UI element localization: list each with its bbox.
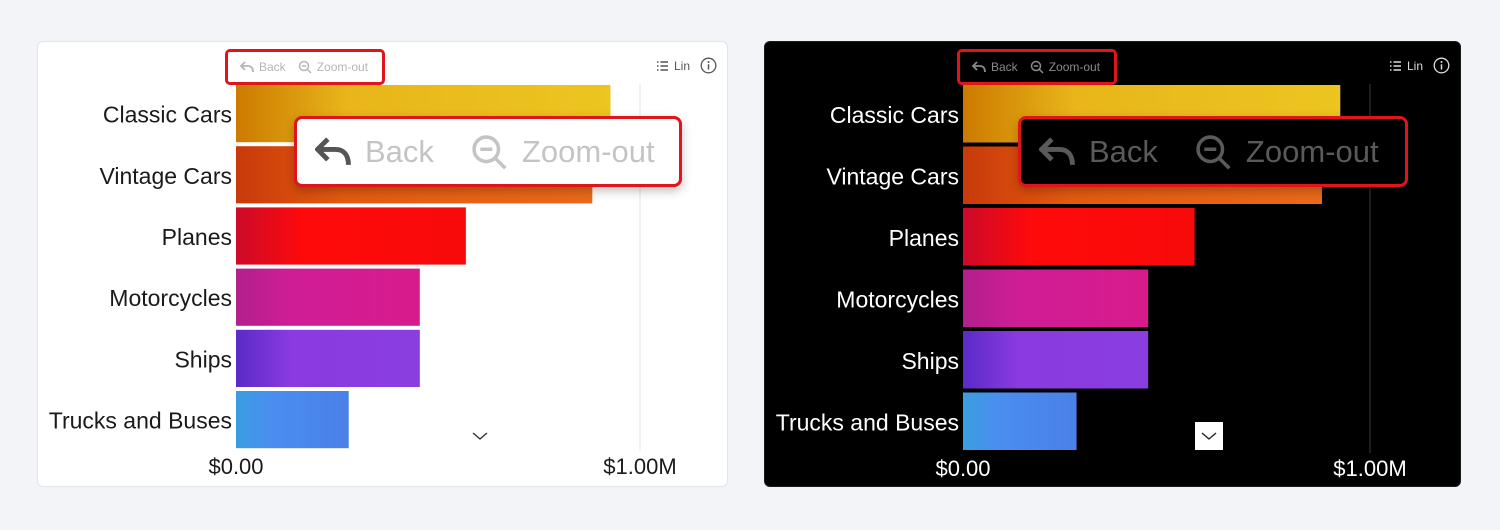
zoom-out-icon	[472, 134, 507, 170]
scale-label: Lin	[673, 58, 690, 73]
chart-controls: Lin	[1389, 57, 1450, 74]
category-label: Ships	[174, 346, 232, 372]
category-label: Trucks and Buses	[776, 409, 959, 435]
toolbar-zoom-callout: Back Zoom-out	[1018, 116, 1408, 187]
chart-toolbar: Back Zoom-out	[957, 49, 1117, 85]
chart-panel-dark: Classic Cars Vintage Cars Planes Motorcycle…	[764, 41, 1461, 487]
category-label: Trucks and Buses	[49, 408, 232, 434]
list-icon	[656, 60, 668, 71]
callout-back-label: Back	[1089, 133, 1158, 169]
info-icon[interactable]	[700, 57, 717, 74]
category-label: Classic Cars	[103, 102, 232, 128]
chevron-down-icon	[1201, 432, 1217, 440]
back-button-callout: Back	[315, 134, 434, 170]
bar-trucks-and-buses[interactable]	[236, 391, 349, 449]
back-arrow-icon	[240, 61, 254, 73]
zoom-out-icon	[298, 60, 312, 74]
back-label: Back	[991, 60, 1018, 74]
x-tick-label: $1.00M	[603, 454, 676, 479]
zoom-out-button-callout: Zoom-out	[470, 133, 655, 171]
scale-label: Lin	[1406, 58, 1423, 73]
chevron-down-icon	[472, 432, 488, 440]
list-icon	[1389, 60, 1401, 71]
bar-chart-light: Classic Cars Vintage Cars Planes Motorcycle…	[49, 84, 677, 479]
x-tick-label: $0.00	[208, 454, 263, 479]
zoom-out-label: Zoom-out	[316, 60, 369, 74]
toolbar-zoom-callout: Back Zoom-out	[294, 116, 682, 187]
back-arrow-icon	[1039, 136, 1075, 165]
category-label: Classic Cars	[830, 102, 959, 128]
zoom-out-icon	[1030, 60, 1044, 74]
bar-ships[interactable]	[963, 331, 1149, 389]
callout-back-label: Back	[365, 133, 434, 169]
zoom-out-button-callout: Zoom-out	[1194, 133, 1379, 171]
scale-toggle[interactable]: Lin	[656, 59, 690, 73]
x-tick-label: $1.00M	[1333, 456, 1406, 481]
bar-trucks-and-buses[interactable]	[963, 392, 1077, 451]
category-label: Ships	[901, 348, 959, 374]
back-button[interactable]: Back	[240, 60, 286, 74]
info-icon[interactable]	[1433, 57, 1450, 74]
chart-panel-light: Classic Cars Vintage Cars Planes Motorcycle…	[37, 41, 728, 487]
bar-planes[interactable]	[963, 208, 1195, 266]
chart-controls: Lin	[656, 57, 717, 74]
zoom-out-button[interactable]: Zoom-out	[1030, 60, 1100, 74]
dropdown-toggle[interactable]	[466, 422, 494, 450]
category-label: Planes	[162, 224, 232, 250]
category-label: Motorcycles	[109, 285, 232, 311]
category-label: Planes	[889, 225, 959, 251]
scale-toggle[interactable]: Lin	[1389, 59, 1423, 73]
zoom-out-button[interactable]: Zoom-out	[298, 60, 368, 74]
back-button-callout: Back	[1039, 134, 1158, 170]
back-arrow-icon	[972, 61, 986, 73]
bar-ships[interactable]	[236, 329, 420, 387]
back-label: Back	[259, 60, 286, 74]
category-label: Motorcycles	[836, 286, 959, 312]
back-button[interactable]: Back	[972, 60, 1018, 74]
bar-chart-dark: Classic Cars Vintage Cars Planes Motorcycle…	[776, 84, 1407, 481]
dropdown-toggle[interactable]	[1195, 422, 1223, 450]
chart-toolbar: Back Zoom-out	[225, 49, 385, 85]
back-arrow-icon	[315, 136, 351, 165]
zoom-out-label: Zoom-out	[1048, 60, 1101, 74]
zoom-out-icon	[1196, 134, 1231, 170]
callout-zoom-out-label: Zoom-out	[1245, 133, 1379, 169]
bar-motorcycles[interactable]	[236, 268, 420, 326]
category-label: Vintage Cars	[826, 163, 959, 189]
callout-zoom-out-label: Zoom-out	[521, 133, 655, 169]
x-tick-label: $0.00	[935, 456, 990, 481]
bar-planes[interactable]	[236, 207, 466, 265]
category-label: Vintage Cars	[99, 163, 232, 189]
bar-motorcycles[interactable]	[963, 269, 1149, 328]
